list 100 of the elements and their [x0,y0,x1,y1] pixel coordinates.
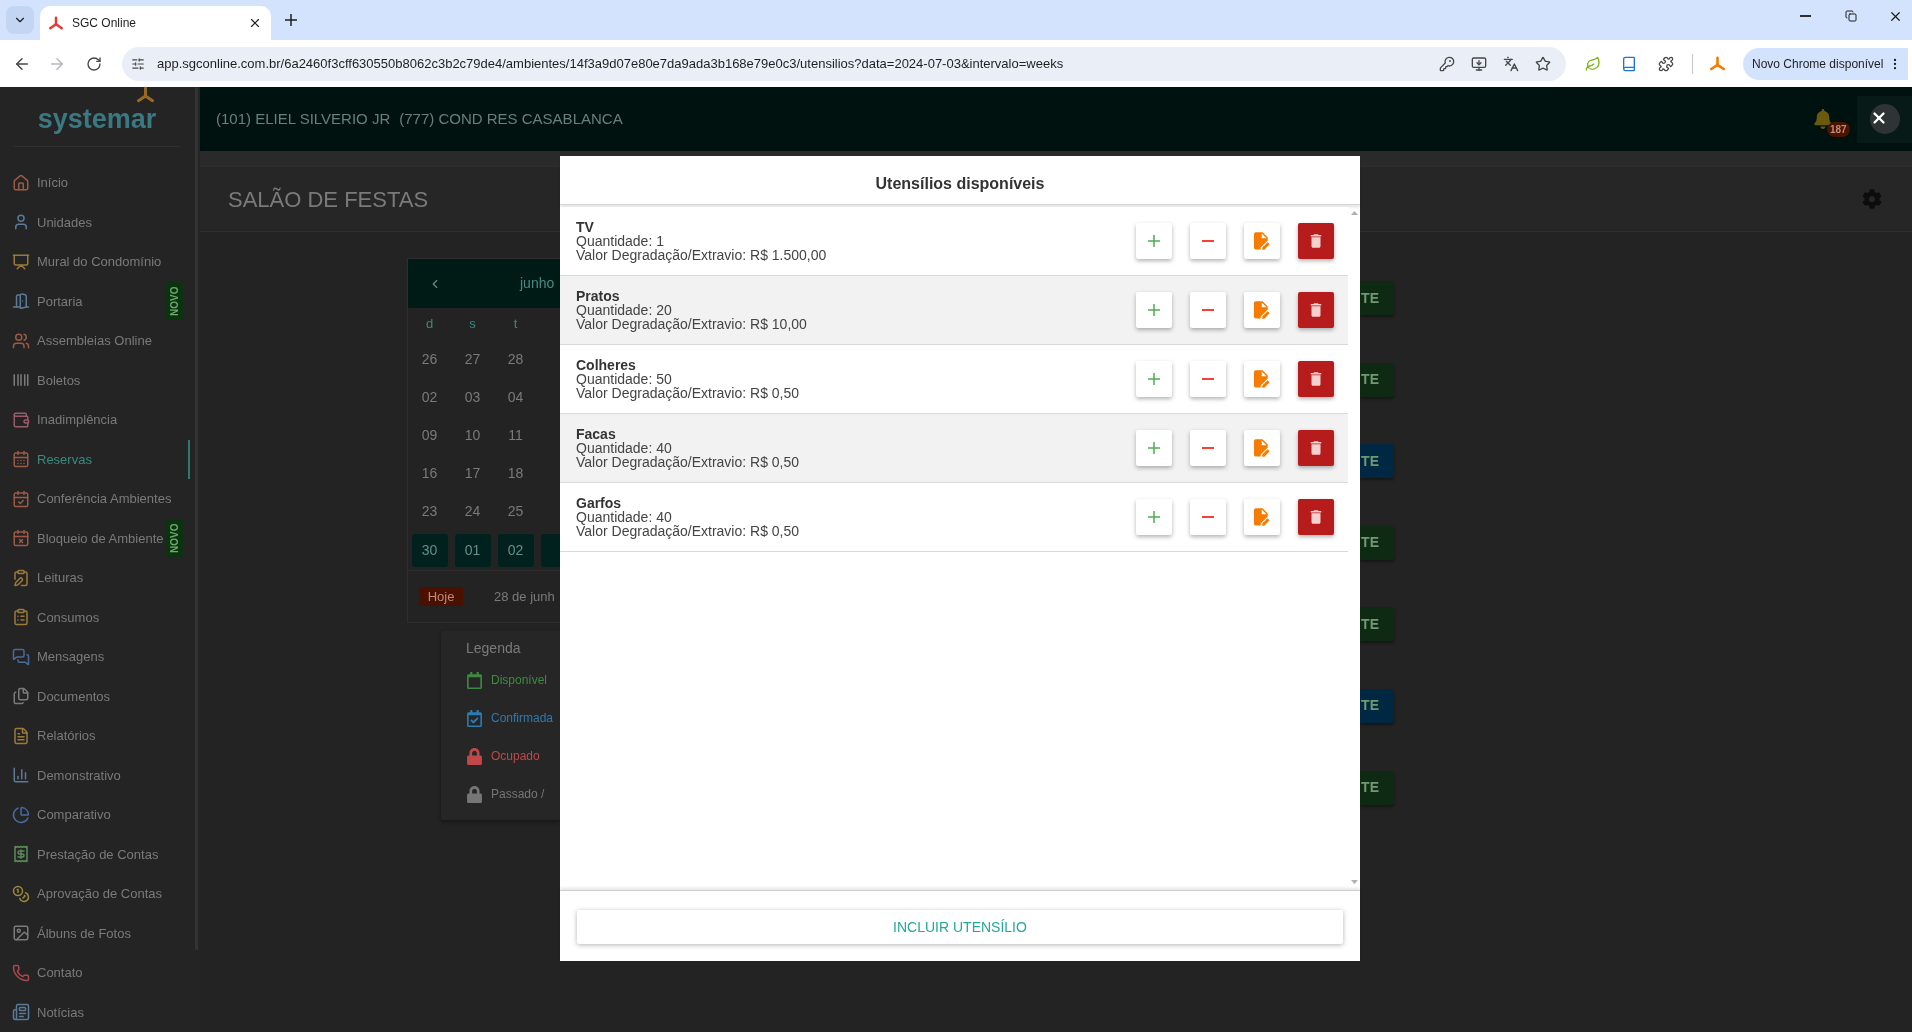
sidebar-item[interactable]: Notícias [0,992,190,1032]
sidebar-item[interactable]: Aprovação de Contas [0,874,190,914]
edit-button[interactable] [1244,499,1280,535]
legend-label: Confirmada [491,710,554,727]
sidebar-item[interactable]: Reservas [0,439,190,479]
day-cell[interactable]: 09 [411,418,448,452]
book-extension-icon[interactable] [1621,55,1637,72]
edit-button[interactable] [1244,292,1280,328]
close-tab-icon[interactable] [248,16,262,30]
day-cell[interactable]: 01 [454,533,491,567]
reload-icon[interactable] [86,55,102,72]
slot-button[interactable]: TE [1360,444,1394,479]
utensil-value: Valor Degradação/Extravio: R$ 0,50 [576,386,800,400]
extensions-icon[interactable] [1658,55,1674,72]
sidebar-item[interactable]: Documentos [0,676,190,716]
delete-button[interactable] [1298,292,1334,328]
day-cell[interactable]: 17 [454,456,491,490]
day-cell[interactable]: 04 [497,380,534,414]
delete-button[interactable] [1298,223,1334,259]
day-cell[interactable]: 18 [497,456,534,490]
increase-button[interactable] [1136,223,1172,259]
slot-button[interactable]: TE [1360,362,1394,397]
minus-icon [1202,516,1214,518]
leaf-extension-icon[interactable] [1585,55,1601,72]
sidebar-item[interactable]: Comparativo [0,795,190,835]
slot-button[interactable]: TE [1360,607,1394,642]
profile-area[interactable] [1857,95,1912,143]
slot-button[interactable]: TE [1360,281,1394,315]
day-cell[interactable]: 27 [454,342,491,376]
tab-list-button[interactable] [6,6,34,34]
day-cell[interactable]: 02 [497,533,534,567]
pie-chart-icon [12,805,30,824]
new-badge: NOVO [166,282,183,321]
slot-button[interactable]: TE [1360,525,1394,560]
delete-button[interactable] [1298,361,1334,397]
plus-icon [1148,304,1160,316]
day-cell[interactable]: 16 [411,456,448,490]
today-button[interactable]: Hoje [419,587,463,606]
increase-button[interactable] [1136,499,1172,535]
day-cell[interactable]: 24 [454,494,491,528]
scroll-down-icon[interactable] [1350,880,1358,884]
add-utensil-button[interactable]: INCLUIR UTENSÍLIO [577,910,1343,944]
address-bar[interactable]: app.sgconline.com.br/6a2460f3cff630550b8062c3b2c79de4/ambientes/14f3a9d07e80e7da9ada3b168e79e0c3/utensilios?data=2024-07-03&intervalo=weeks [122,46,1566,81]
sidebar-item[interactable]: Portaria NOVO [0,281,190,321]
weekday-label: t [513,315,518,334]
scroll-up-icon[interactable] [1350,211,1358,215]
day-cell[interactable]: 25 [497,494,534,528]
sidebar-item[interactable]: Início [0,163,190,203]
edit-button[interactable] [1244,361,1280,397]
day-cell[interactable]: 30 [411,533,448,567]
sidebar-item[interactable]: Boletos [0,360,190,400]
day-cell[interactable]: 26 [411,342,448,376]
day-cell[interactable] [541,533,560,567]
sidebar-item[interactable]: Prestação de Contas [0,834,190,874]
update-chrome-button[interactable]: Novo Chrome disponível [1743,47,1909,80]
increase-button[interactable] [1136,361,1172,397]
sidebar-item[interactable]: Relatórios [0,716,190,756]
sidebar-item[interactable]: Mensagens [0,637,190,677]
legend-label: Disponível [491,672,548,689]
day-cell[interactable]: 11 [497,418,534,452]
star-extension-icon[interactable] [1709,56,1725,71]
install-icon[interactable] [1471,55,1487,72]
day-cell[interactable]: 02 [411,380,448,414]
translate-icon[interactable] [1503,55,1519,72]
close-icon[interactable] [1870,109,1888,127]
sidebar-item[interactable]: Inadimplência [0,400,190,440]
slot-button[interactable]: TE [1360,688,1394,723]
modal-title: Utensílios disponíveis [875,174,1045,194]
slot-button[interactable]: TE [1360,770,1394,805]
document-icon [12,726,30,745]
increase-button[interactable] [1136,430,1172,466]
sidebar-item[interactable]: Contato [0,953,190,993]
edit-button[interactable] [1244,223,1280,259]
day-cell[interactable]: 23 [411,494,448,528]
site-settings-icon[interactable] [131,56,145,71]
sidebar-item[interactable]: Bloqueio de Ambiente NOVO [0,518,190,558]
sidebar-item[interactable]: Mural do Condomínio [0,242,190,282]
sidebar-item[interactable]: Conferência Ambientes [0,479,190,519]
sidebar-item[interactable]: Consumos [0,597,190,637]
sidebar-item[interactable]: Leituras [0,558,190,598]
delete-button[interactable] [1298,499,1334,535]
new-tab-icon[interactable] [285,14,297,26]
document-edit-icon [1254,370,1270,388]
day-cell[interactable]: 03 [454,380,491,414]
sidebar-item[interactable]: Unidades [0,202,190,242]
increase-button[interactable] [1136,292,1172,328]
bookmark-star-icon[interactable] [1535,55,1551,72]
day-cell[interactable]: 10 [454,418,491,452]
sidebar-item[interactable]: Demonstrativo [0,755,190,795]
day-cell[interactable]: 28 [497,342,534,376]
key-icon[interactable] [1439,55,1455,72]
edit-button[interactable] [1244,430,1280,466]
delete-button[interactable] [1298,430,1334,466]
selected-date: 28 de junh [494,587,555,606]
sidebar-item[interactable]: Álbuns de Fotos [0,913,190,953]
legend-title: Legenda [466,639,522,657]
minus-icon [1202,240,1214,242]
browser-tab[interactable]: SGC Online [40,6,271,40]
sidebar-item[interactable]: Assembleias Online [0,321,190,361]
restore-icon[interactable] [1844,10,1857,22]
